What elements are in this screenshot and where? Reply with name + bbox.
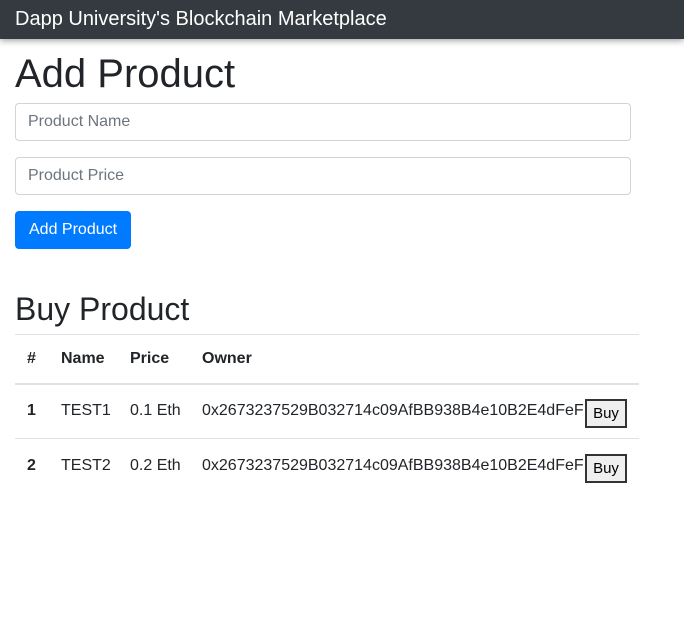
add-product-button[interactable]: Add Product (15, 211, 132, 249)
add-product-form: Add Product (15, 103, 639, 249)
column-header-number: # (15, 334, 61, 385)
product-price: 0.2 Eth (130, 438, 202, 494)
navbar: Dapp University's Blockchain Marketplace (0, 0, 684, 39)
column-header-name: Name (61, 334, 130, 385)
product-owner: 0x2673237529B032714c09AfBB938B4e10B2E4dF… (202, 438, 585, 494)
products-table: # Name Price Owner 1 TEST1 0.1 Eth 0x267… (15, 334, 639, 494)
buy-button[interactable]: Buy (585, 398, 627, 428)
product-price-input[interactable] (15, 157, 631, 195)
product-owner: 0x2673237529B032714c09AfBB938B4e10B2E4dF… (202, 402, 584, 420)
buy-button[interactable]: Buy (585, 453, 627, 483)
buy-product-title: Buy Product (15, 291, 190, 327)
product-action-cell: Buy (585, 438, 639, 494)
product-name: TEST2 (61, 438, 130, 494)
product-action-cell: Buy (585, 384, 639, 439)
main-content: Add Product Add Product Buy Product # Na… (15, 39, 639, 494)
product-name: TEST1 (61, 402, 111, 420)
table-row: 1 TEST1 0.1 Eth 0x2673237529B032714c09Af… (15, 384, 639, 439)
product-name-input[interactable] (15, 103, 631, 141)
product-id: 2 (15, 438, 61, 494)
column-header-action (585, 334, 639, 385)
product-id: 1 (27, 402, 36, 420)
column-header-price: Price (130, 334, 202, 385)
table-row: 2 TEST2 0.2 Eth 0x2673237529B032714c09Af… (15, 438, 639, 494)
table-header-row: # Name Price Owner (15, 334, 639, 385)
add-product-title: Add Product (15, 52, 236, 96)
column-header-owner: Owner (202, 334, 585, 385)
navbar-brand[interactable]: Dapp University's Blockchain Marketplace (15, 8, 387, 31)
product-price: 0.1 Eth (130, 402, 181, 420)
